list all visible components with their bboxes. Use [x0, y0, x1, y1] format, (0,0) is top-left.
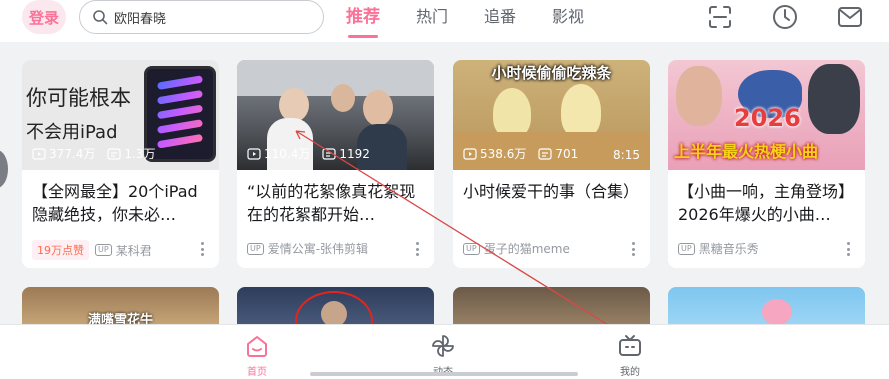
top-header: 登录 欧阳春晓 推荐 热门 追番 影视 [0, 0, 889, 42]
message-mail-icon[interactable] [836, 3, 864, 31]
nav-mine-label: 我的 [620, 367, 640, 378]
video-card[interactable]: 你可能根本 不会用iPad 377.4万 1.3万 【全网最全】20个iPad隐… [22, 60, 219, 268]
video-stats: 538.6万 701 [463, 145, 590, 162]
video-card[interactable] [668, 287, 865, 327]
person-shape [267, 118, 313, 170]
danmaku-count: 701 [555, 146, 579, 161]
video-thumbnail[interactable]: 你可能根本 不会用iPad 377.4万 1.3万 [22, 60, 219, 170]
video-meta: UP 爱情公寓-张伟剪辑 [247, 240, 427, 257]
danmaku-icon [107, 147, 121, 160]
thumb-caption: 小时候偷偷吃辣条 [491, 64, 612, 82]
video-card[interactable]: 2026 上半年最火热梗小曲 【小曲一响，主角登场】2026年爆火的小曲… UP… [668, 60, 865, 268]
thumb-caption: 上半年最火热梗小曲 [674, 142, 819, 161]
cat-shape [493, 88, 531, 138]
video-thumbnail[interactable]: 2026 上半年最火热梗小曲 [668, 60, 865, 170]
video-stats: 377.4万 1.3万 [32, 145, 167, 162]
video-thumbnail[interactable]: 小时候偷偷吃辣条 538.6万 701 8:15 [453, 60, 650, 170]
video-card[interactable]: 小时候偷偷吃辣条 538.6万 701 8:15 小时候爱干的事（合集） UP … [453, 60, 650, 268]
person-shape [363, 90, 393, 126]
like-badge: 19万点赞 [32, 240, 89, 260]
play-count-icon [247, 147, 261, 160]
up-icon: UP [678, 242, 695, 255]
up-icon: UP [247, 242, 264, 255]
play-count-icon [463, 147, 477, 160]
video-meta: UP 黑糖音乐秀 [678, 240, 858, 257]
view-count: 110.4万 [264, 147, 311, 161]
cartoon-pig-shape [762, 299, 792, 325]
search-text: 欧阳春晓 [114, 11, 167, 27]
more-options-icon[interactable] [416, 242, 420, 256]
view-count: 538.6万 [480, 147, 527, 161]
video-title[interactable]: 小时候爱干的事（合集） [463, 180, 643, 226]
thumb-caption: 你可能根本 [26, 86, 131, 110]
danmaku-icon [322, 147, 336, 160]
anime-character-shape [808, 64, 860, 134]
danmaku-count: 1.3万 [124, 147, 156, 161]
video-meta: 19万点赞 UP 某科君 [32, 240, 212, 260]
video-card[interactable] [237, 287, 434, 327]
tab-anime[interactable]: 追番 [484, 0, 516, 34]
thumb-caption: 不会用iPad [26, 122, 118, 143]
search-input[interactable]: 欧阳春晓 [79, 0, 324, 34]
video-title[interactable]: 【全网最全】20个iPad隐藏绝技，你未必… [32, 180, 212, 226]
person-shape [331, 84, 355, 112]
thumb-caption: 2026 [734, 104, 801, 132]
home-icon [247, 336, 267, 357]
video-stats: 110.4万 1192 [247, 145, 382, 162]
search-icon [93, 10, 108, 25]
author-name[interactable]: 黑糖音乐秀 [699, 240, 759, 257]
cat-shape [561, 84, 601, 138]
nav-home[interactable]: 首页 [237, 333, 277, 378]
side-handle[interactable] [0, 150, 8, 188]
video-thumbnail[interactable]: 110.4万 1192 [237, 60, 434, 170]
video-title[interactable]: 【小曲一响，主角登场】2026年爆火的小曲… [678, 180, 858, 226]
scan-icon[interactable] [706, 3, 734, 31]
more-options-icon[interactable] [847, 242, 851, 256]
video-title[interactable]: “以前的花絮像真花絮现在的花絮都开始… [247, 180, 427, 226]
home-indicator-bar[interactable] [310, 372, 578, 376]
login-button[interactable]: 登录 [22, 0, 66, 34]
nav-home-label: 首页 [247, 367, 267, 378]
more-options-icon[interactable] [632, 242, 636, 256]
bottom-navigation: 首页 动态 我的 [0, 324, 889, 379]
danmaku-icon [538, 147, 552, 160]
video-card[interactable]: 110.4万 1192 “以前的花絮像真花絮现在的花絮都开始… UP 爱情公寓-… [237, 60, 434, 268]
video-meta: UP 蛋子的猫meme [463, 240, 643, 257]
red-circle-mark [295, 291, 373, 327]
more-options-icon[interactable] [201, 242, 205, 256]
author-name[interactable]: 某科君 [116, 242, 152, 259]
tab-hot[interactable]: 热门 [416, 0, 448, 34]
video-card[interactable]: 满嘴雪花牛 [22, 287, 219, 327]
person-shape [676, 66, 722, 126]
tab-recommend[interactable]: 推荐 [346, 0, 380, 38]
view-count: 377.4万 [49, 147, 96, 161]
video-duration: 8:15 [613, 148, 640, 162]
tab-movies[interactable]: 影视 [552, 0, 584, 34]
up-icon: UP [95, 244, 112, 256]
author-name[interactable]: 爱情公寓-张伟剪辑 [268, 240, 368, 257]
up-icon: UP [463, 242, 480, 255]
pinwheel-icon [432, 335, 454, 357]
danmaku-count: 1192 [339, 146, 370, 161]
person-shape [279, 88, 309, 122]
play-count-icon [32, 147, 46, 160]
nav-mine[interactable]: 我的 [610, 333, 650, 378]
history-clock-icon[interactable] [771, 3, 799, 31]
author-name[interactable]: 蛋子的猫meme [484, 240, 570, 257]
tv-icon [619, 335, 641, 356]
top-tabs: 推荐 热门 追番 影视 [346, 0, 620, 42]
video-card[interactable] [453, 287, 650, 327]
